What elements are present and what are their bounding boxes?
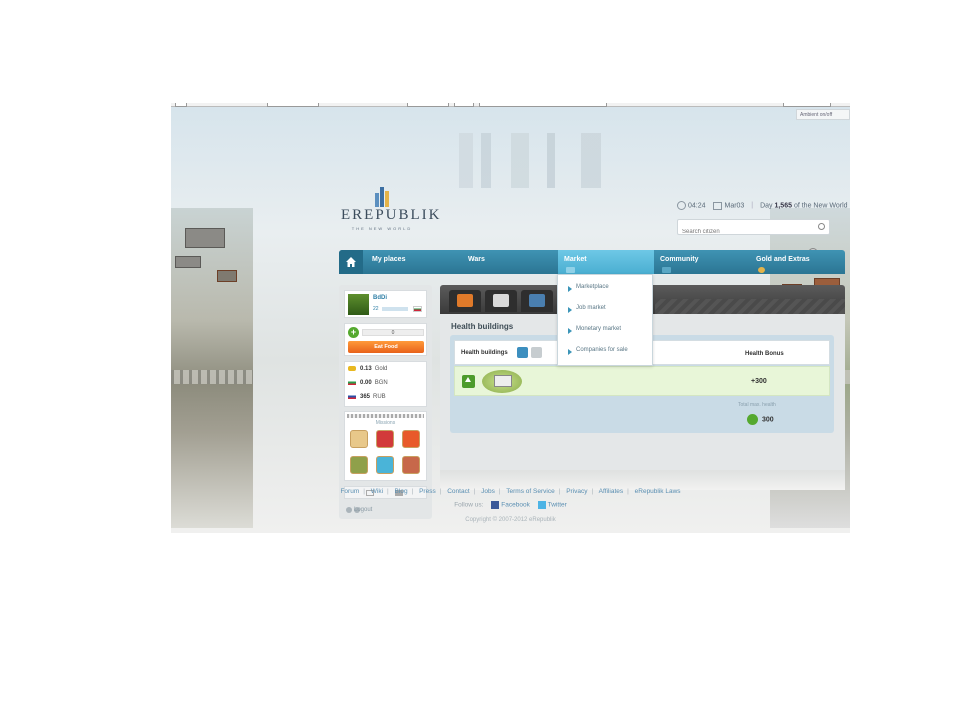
footer-link-press[interactable]: Press [419, 488, 436, 495]
market-dropdown: Marketplace Job market Monetary market C… [557, 274, 653, 366]
twitter-icon [537, 501, 546, 509]
avatar[interactable] [348, 294, 369, 315]
footer-link-wiki[interactable]: Wiki [371, 488, 383, 495]
facebook-icon [491, 501, 500, 509]
health-bonus-value: +300 [751, 378, 767, 385]
mission-icon[interactable] [402, 430, 420, 448]
wallet-box: 0.13 Gold 0.00 BGN 365 RUB [344, 361, 427, 407]
add-building-button[interactable] [517, 347, 528, 358]
facebook-link[interactable]: Facebook [501, 502, 530, 509]
wallet-row-bgn: 0.00 BGN [348, 380, 388, 386]
game-date: Mar03 [724, 202, 745, 210]
chevron-down-icon [566, 267, 575, 273]
column-health-buildings: Health buildings [461, 350, 508, 356]
logo-wordmark: EREPUBLIK [341, 207, 442, 223]
footer-link-privacy[interactable]: Privacy [566, 488, 587, 495]
left-landscape [171, 208, 253, 528]
mission-icon[interactable] [350, 430, 368, 448]
home-icon [346, 257, 356, 267]
plus-icon [747, 414, 758, 425]
day-prefix: Day [760, 202, 773, 210]
table-row: +300 [454, 366, 830, 396]
building-filter-button[interactable] [531, 347, 542, 358]
footer-link-affiliates[interactable]: Affiliates [599, 488, 623, 495]
footer-links: Forum | Wiki | Blog | Press | Contact | Jobs |… [340, 488, 681, 495]
search-citizen-input[interactable] [678, 225, 808, 239]
home-button[interactable] [339, 250, 363, 274]
dropdown-item-monetary-market[interactable]: Monetary market [558, 317, 652, 338]
missions-title: Missions [375, 420, 396, 426]
twitter-link[interactable]: Twitter [548, 502, 567, 509]
section-title: Health buildings [451, 322, 514, 331]
erepublik-page: Ambient on/off EREPUBLIK THE NEW WORLD 0… [171, 103, 850, 533]
missions-divider [347, 414, 424, 418]
logo-tagline: THE NEW WORLD [351, 226, 413, 231]
footer-link-blog[interactable]: Blog [395, 488, 408, 495]
tab-companies[interactable] [449, 290, 481, 312]
total-max-health-label: Total max. health [738, 402, 776, 408]
nav-community[interactable]: Community [654, 250, 750, 274]
nav-market[interactable]: Market [558, 250, 654, 274]
experience-bar [382, 307, 408, 311]
bulgaria-flag-icon [348, 380, 356, 385]
search-icon[interactable] [818, 223, 825, 230]
browser-top-strip [171, 103, 850, 107]
energy-box: + 0 Eat Food [344, 323, 427, 356]
wallet-row-gold: 0.13 Gold [348, 366, 387, 372]
search-box [677, 219, 830, 239]
bulgaria-flag-icon [413, 306, 422, 312]
content-bottom-decoration [440, 470, 845, 490]
page-container: EREPUBLIK THE NEW WORLD 04:24 Mar03 | Da… [253, 173, 848, 533]
ambient-toggle[interactable]: Ambient on/off [796, 109, 850, 120]
erepublik-logo[interactable]: EREPUBLIK THE NEW WORLD [341, 183, 442, 233]
citizen-name[interactable]: BdDi [373, 295, 387, 301]
mission-icon[interactable] [376, 430, 394, 448]
calendar-icon [713, 201, 723, 210]
chevron-down-icon [662, 267, 671, 273]
upgrade-arrow-icon[interactable] [462, 375, 475, 388]
footer-link-contact[interactable]: Contact [447, 488, 469, 495]
day-suffix: of the New World [793, 202, 848, 210]
energy-bar: 0 [362, 329, 424, 336]
wallet-row-rub: 365 RUB [348, 394, 386, 400]
tab-health-buildings[interactable] [521, 290, 553, 312]
gold-icon [348, 366, 356, 371]
footer-link-forum[interactable]: Forum [340, 488, 359, 495]
column-health-bonus: Health Bonus [745, 351, 784, 357]
tabs-decoration [655, 299, 845, 314]
gold-coin-icon [758, 267, 765, 273]
footer-link-terms[interactable]: Terms of Service [506, 488, 554, 495]
main-nav: My places Wars Market Community Gold and… [339, 250, 845, 274]
hospital-building-icon[interactable] [482, 370, 522, 393]
missions-box: Missions [344, 411, 427, 481]
dropdown-item-companies-for-sale[interactable]: Companies for sale [558, 338, 652, 359]
tab-storage[interactable] [485, 290, 517, 312]
day-number: 1,565 [774, 202, 792, 210]
nav-gold-and-extras[interactable]: Gold and Extras [750, 250, 845, 274]
mission-icon[interactable] [350, 456, 368, 474]
mission-icon[interactable] [402, 456, 420, 474]
footer-link-laws[interactable]: eRepublik Laws [635, 488, 681, 495]
follow-us-label: Follow us: [454, 501, 484, 509]
footer-link-jobs[interactable]: Jobs [481, 488, 495, 495]
total-max-health-value: 300 [747, 414, 774, 425]
sidebar: BdDi 22 + 0 Eat Food 0.13 Gold 0.00 BGN 36… [339, 285, 432, 519]
dropdown-item-marketplace[interactable]: Marketplace [558, 275, 652, 296]
eat-food-button[interactable]: Eat Food [348, 341, 424, 353]
logo-tower-icon [375, 187, 389, 207]
nav-my-places[interactable]: My places [366, 250, 462, 274]
russia-flag-icon [348, 394, 356, 399]
game-time: 04:24 [688, 202, 706, 210]
clock-icon [677, 201, 686, 210]
plus-icon[interactable]: + [348, 327, 359, 338]
citizen-box: BdDi 22 [344, 290, 427, 318]
copyright: Copyright © 2007-2012 eRepublik [465, 517, 556, 523]
mission-icon[interactable] [376, 456, 394, 474]
nav-wars[interactable]: Wars [462, 250, 558, 274]
citizen-level: 22 [373, 306, 379, 312]
follow-us-line: Follow us: Facebook Twitter [171, 501, 850, 509]
time-date-line: 04:24 Mar03 | Day 1,565 of the New World [677, 201, 848, 210]
dropdown-item-job-market[interactable]: Job market [558, 296, 652, 317]
